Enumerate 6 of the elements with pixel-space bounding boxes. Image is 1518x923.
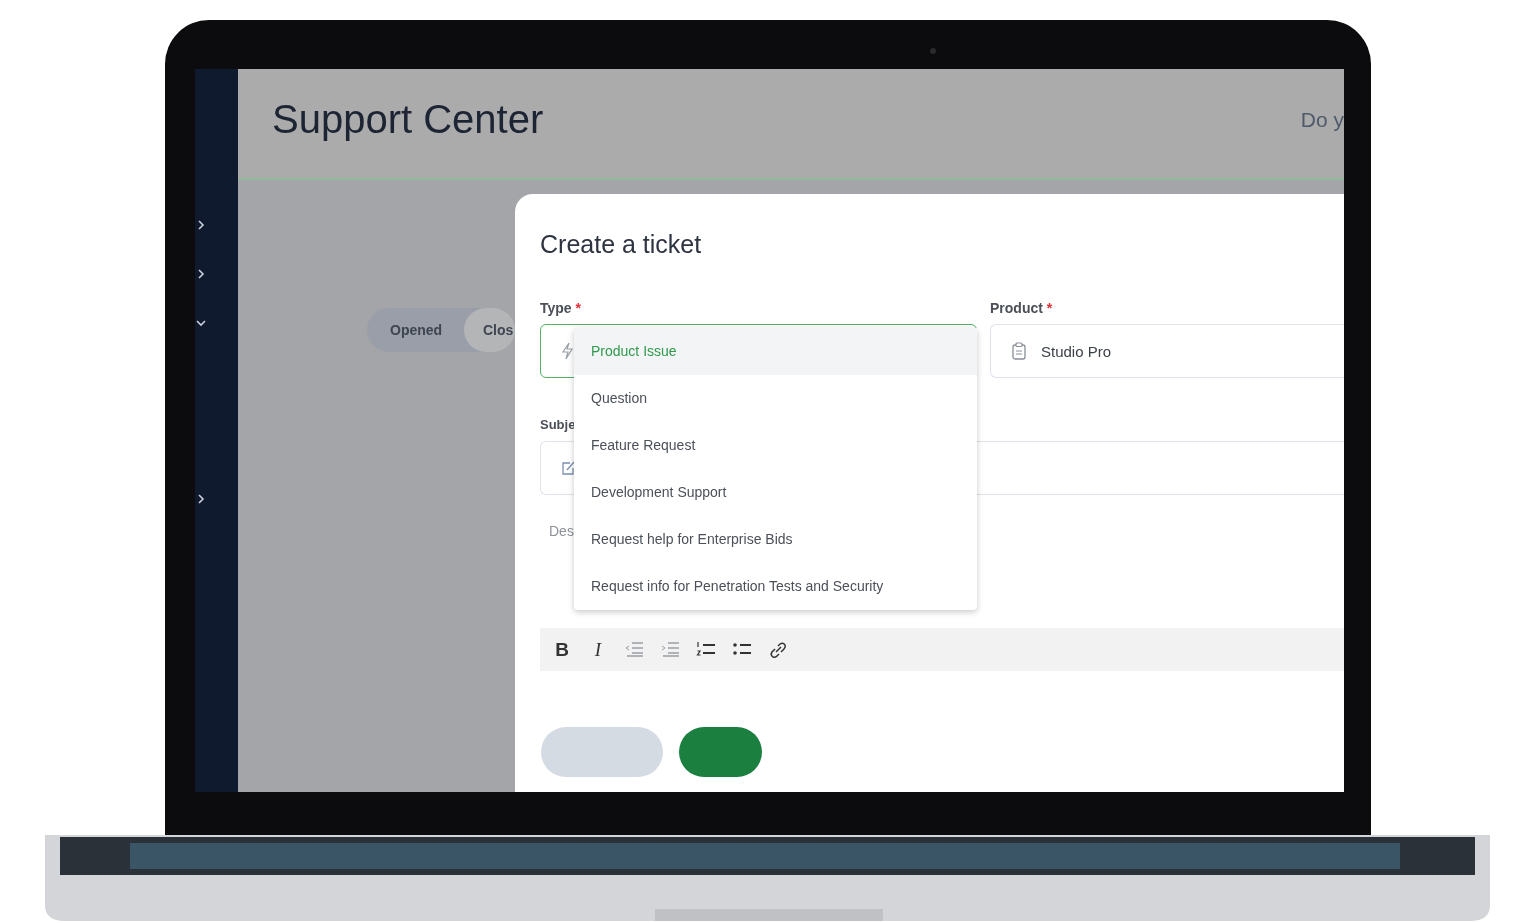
page-title: Support Center bbox=[272, 97, 544, 142]
field-label: Product * bbox=[990, 299, 1054, 317]
field-label: Type * bbox=[540, 299, 582, 317]
dialog-title: Create a ticket bbox=[540, 229, 703, 259]
field-label: Subje bbox=[540, 416, 573, 434]
header-text: Do y bbox=[1300, 107, 1344, 132]
